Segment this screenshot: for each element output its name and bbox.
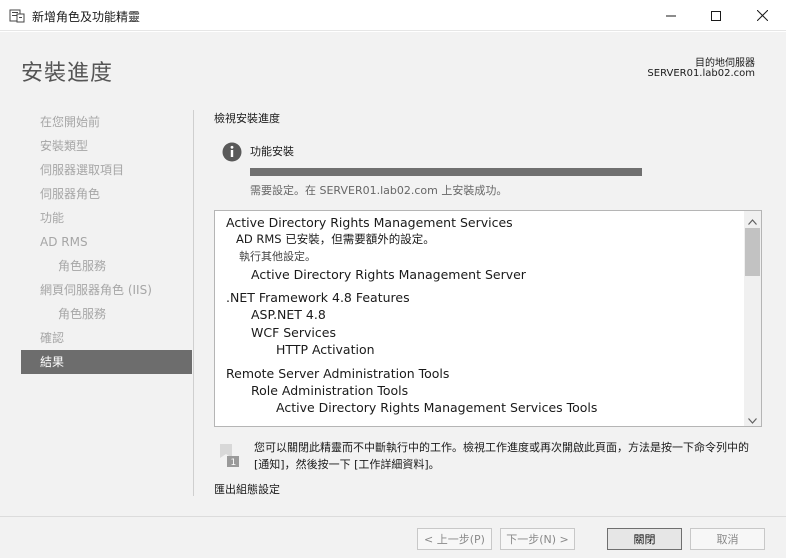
export-config-link[interactable]: 匯出組態設定	[214, 481, 280, 497]
result-item: WCF Services	[251, 325, 336, 340]
result-item: Role Administration Tools	[251, 383, 409, 398]
nav-item-features: 功能	[40, 211, 65, 225]
destination-server-label: 目的地伺服器	[695, 58, 755, 69]
destination-server-name: SERVER01.lab02.com	[647, 68, 755, 79]
perform-additional-config-link[interactable]: 執行其他設定。	[239, 248, 316, 264]
maximize-icon	[711, 6, 721, 25]
close-icon	[756, 6, 768, 25]
wizard-nav: 在您開始前 安裝類型 伺服器選取項目 伺服器角色 功能 AD RMS 角色服務 …	[21, 110, 192, 374]
nav-item-results[interactable]: 結果	[21, 350, 192, 374]
result-item: Remote Server Administration Tools	[226, 366, 450, 381]
nav-item-installation-type: 安裝類型	[40, 139, 89, 153]
results-list[interactable]: Active Directory Rights Management Servi…	[214, 210, 762, 427]
nav-item-ad-rms-role-services: 角色服務	[58, 259, 107, 273]
maximize-button[interactable]	[693, 0, 739, 31]
minimize-icon	[666, 6, 676, 25]
page-title: 安裝進度	[21, 61, 114, 86]
result-item: HTTP Activation	[276, 342, 375, 357]
section-heading: 檢視安裝進度	[214, 112, 280, 125]
progress-fill	[250, 168, 642, 176]
result-item: Active Directory Rights Management Servi…	[226, 215, 513, 230]
wizard-header: 安裝進度 目的地伺服器 SERVER01.lab02.com	[0, 32, 786, 102]
main-panel: 檢視安裝進度 功能安裝 需要設定。在 SERVER01.lab02.com 上安…	[214, 102, 774, 516]
close-wizard-button[interactable]: 關閉	[607, 528, 682, 550]
next-button[interactable]: 下一步(N) >	[500, 528, 575, 550]
title-bar: 新增角色及功能精靈	[0, 0, 786, 31]
result-item: ASP.NET 4.8	[251, 307, 326, 322]
nav-item-iis-role-services: 角色服務	[58, 307, 107, 321]
chevron-up-icon	[748, 211, 757, 229]
window-title: 新增角色及功能精靈	[32, 10, 141, 24]
info-icon	[222, 142, 242, 162]
progress-status-message: 需要設定。在 SERVER01.lab02.com 上安裝成功。	[250, 184, 508, 197]
previous-button[interactable]: < 上一步(P)	[417, 528, 492, 550]
close-button[interactable]	[739, 0, 785, 31]
feature-installation-title: 功能安裝	[250, 145, 294, 158]
scroll-thumb[interactable]	[745, 228, 760, 276]
result-item: Active Directory Rights Management Serve…	[251, 267, 526, 282]
nav-item-ad-rms: AD RMS	[40, 235, 88, 249]
wizard-content: 在您開始前 安裝類型 伺服器選取項目 伺服器角色 功能 AD RMS 角色服務 …	[0, 102, 786, 516]
chevron-down-icon	[748, 409, 757, 427]
nav-item-before-you-begin: 在您開始前	[40, 115, 101, 129]
notification-flag-icon: 1	[218, 442, 240, 468]
result-item: .NET Framework 4.8 Features	[226, 290, 410, 305]
wizard-footer: < 上一步(P) 下一步(N) > 關閉 取消	[0, 516, 786, 558]
svg-text:1: 1	[231, 458, 237, 468]
server-manager-icon	[9, 8, 25, 23]
notification-note: 您可以關閉此精靈而不中斷執行中的工作。檢視工作進度或再次開啟此頁面，方法是按一下…	[254, 441, 749, 471]
cancel-button[interactable]: 取消	[690, 528, 765, 550]
result-item: AD RMS 已安裝，但需要額外的設定。	[236, 232, 435, 246]
nav-item-web-server-role: 網頁伺服器角色 (IIS)	[40, 283, 152, 297]
nav-item-server-roles: 伺服器角色	[40, 187, 101, 201]
nav-item-server-selection: 伺服器選取項目	[40, 163, 125, 177]
nav-divider	[193, 110, 194, 496]
scroll-up-button[interactable]	[744, 211, 761, 227]
minimize-button[interactable]	[648, 0, 694, 31]
results-scrollbar[interactable]	[744, 211, 761, 426]
installation-progress-bar	[250, 168, 642, 176]
result-item: Active Directory Rights Management Servi…	[276, 400, 598, 415]
nav-item-confirmation: 確認	[40, 331, 65, 345]
scroll-down-button[interactable]	[744, 410, 761, 426]
